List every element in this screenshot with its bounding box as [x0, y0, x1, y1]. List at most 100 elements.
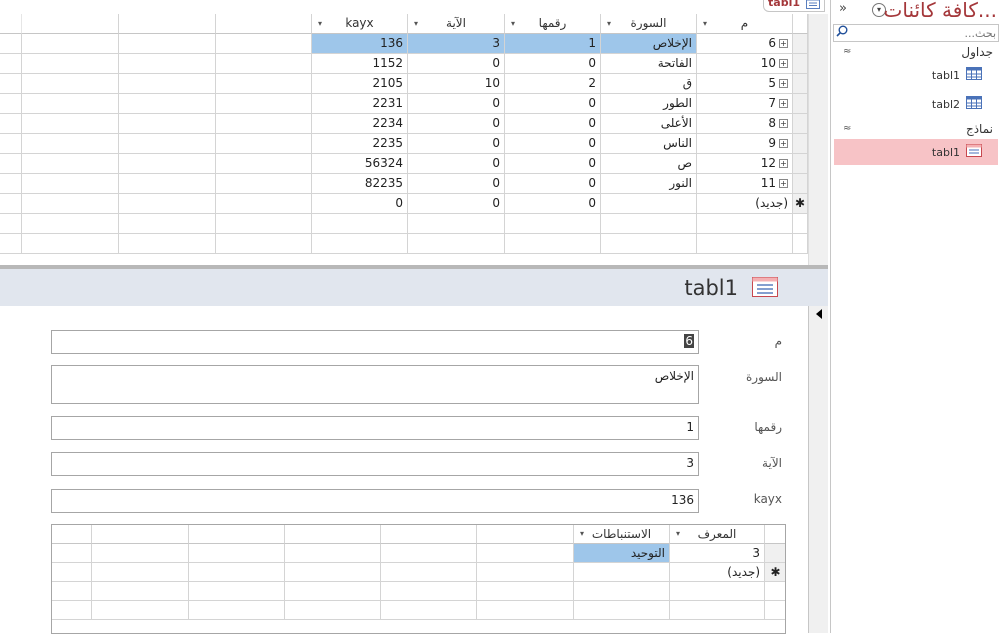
cell-m[interactable]: 8 + — [697, 114, 793, 134]
dropdown-arrow-icon[interactable]: ▾ — [511, 14, 515, 33]
cell-raqm[interactable]: 0 — [505, 94, 601, 114]
new-row-marker-icon[interactable]: ✱ — [765, 563, 785, 582]
row-selector[interactable] — [793, 54, 808, 74]
cell-m[interactable]: 10 + — [697, 54, 793, 74]
col-header-aya[interactable]: ▾ الآية — [408, 14, 505, 34]
cell-m[interactable]: (جديد) — [697, 194, 793, 214]
dropdown-arrow-icon[interactable]: ▾ — [607, 14, 611, 33]
nav-header[interactable]: » ▾ كافة كائنات... — [831, 0, 1000, 22]
cell-sura[interactable]: الأعلى — [601, 114, 697, 134]
field-aya[interactable]: 3 — [51, 452, 699, 476]
cell-sura[interactable]: الناس — [601, 134, 697, 154]
cell-m[interactable]: 6 + — [697, 34, 793, 54]
table-row[interactable]: 2105 10 2 ق 5 + — [0, 74, 828, 94]
nav-group-forms[interactable]: ≈ نماذج — [831, 120, 1000, 140]
cell-sura[interactable]: الفاتحة — [601, 54, 697, 74]
cell-sura[interactable]: الطور — [601, 94, 697, 114]
cell-aya[interactable]: 0 — [408, 134, 505, 154]
datasheet-scrollbar[interactable] — [808, 14, 828, 266]
field-kayx[interactable]: 136 — [51, 489, 699, 513]
cell-aya[interactable]: 3 — [408, 34, 505, 54]
cell-id[interactable]: 3 — [670, 544, 765, 563]
nav-title[interactable]: كافة كائنات... — [884, 0, 997, 22]
dropdown-arrow-icon[interactable]: ▾ — [580, 525, 584, 543]
cell-kayx[interactable]: 2234 — [312, 114, 408, 134]
record-selector[interactable] — [808, 306, 828, 633]
cell-kayx[interactable]: 82235 — [312, 174, 408, 194]
row-selector[interactable] — [765, 544, 785, 563]
cell-kayx[interactable]: 2105 — [312, 74, 408, 94]
cell-m[interactable]: 5 + — [697, 74, 793, 94]
expand-plus-icon[interactable]: + — [779, 139, 788, 148]
nav-search-box[interactable] — [833, 24, 999, 42]
cell-kayx[interactable]: 1152 — [312, 54, 408, 74]
expand-plus-icon[interactable]: + — [779, 119, 788, 128]
collapse-pane-icon[interactable]: » — [839, 1, 847, 16]
table-row[interactable]: التوحيد 3 — [52, 544, 785, 563]
row-selector[interactable] — [793, 174, 808, 194]
row-selector[interactable] — [793, 34, 808, 54]
dropdown-arrow-icon[interactable]: ▾ — [703, 14, 707, 33]
cell-kayx[interactable]: 2231 — [312, 94, 408, 114]
table-row[interactable]: 2234 0 0 الأعلى 8 + — [0, 114, 828, 134]
cell-id[interactable]: (جديد) — [670, 563, 765, 582]
cell-raqm[interactable]: 0 — [505, 154, 601, 174]
table-row[interactable]: 2235 0 0 الناس 9 + — [0, 134, 828, 154]
col-header-m[interactable]: ▾ م — [697, 14, 793, 34]
cell-kayx[interactable]: 0 — [312, 194, 408, 214]
search-input[interactable] — [852, 25, 996, 41]
row-selector[interactable] — [793, 154, 808, 174]
field-m[interactable]: 6 — [51, 330, 699, 354]
collapse-group-icon[interactable]: ≈ — [843, 46, 851, 57]
nav-item-table-tabl2[interactable]: tabl2 — [834, 91, 998, 117]
cell-kayx[interactable]: 136 — [312, 34, 408, 54]
nav-item-table-tabl1[interactable]: tabl1 — [834, 62, 998, 88]
cell-m[interactable]: 11 + — [697, 174, 793, 194]
new-row-marker-icon[interactable]: ✱ — [793, 194, 808, 214]
row-selector[interactable] — [793, 114, 808, 134]
table-row[interactable]: 82235 0 0 النور 11 + — [0, 174, 828, 194]
row-selector[interactable] — [793, 74, 808, 94]
cell-raqm[interactable]: 0 — [505, 194, 601, 214]
tab-tabl1[interactable]: tabl1 — [763, 0, 825, 12]
expand-plus-icon[interactable]: + — [779, 159, 788, 168]
select-all-button[interactable] — [793, 14, 808, 34]
select-all-button[interactable] — [765, 525, 785, 544]
expand-plus-icon[interactable]: + — [779, 39, 788, 48]
new-record-row[interactable]: (جديد) ✱ — [52, 563, 785, 582]
cell-istinbat[interactable]: التوحيد — [574, 544, 670, 563]
cell-sura[interactable]: الإخلاص — [601, 34, 697, 54]
cell-aya[interactable]: 10 — [408, 74, 505, 94]
dropdown-arrow-icon[interactable]: ▾ — [318, 14, 322, 33]
nav-group-tables[interactable]: ≈ جداول — [831, 43, 1000, 63]
cell-raqm[interactable]: 0 — [505, 54, 601, 74]
expand-plus-icon[interactable]: + — [779, 99, 788, 108]
cell-raqm[interactable]: 0 — [505, 114, 601, 134]
cell-kayx[interactable]: 56324 — [312, 154, 408, 174]
expand-plus-icon[interactable]: + — [779, 79, 788, 88]
table-row[interactable]: 136 3 1 الإخلاص 6 + — [0, 34, 828, 54]
field-raqm[interactable]: 1 — [51, 416, 699, 440]
row-selector[interactable] — [793, 94, 808, 114]
cell-raqm[interactable]: 2 — [505, 74, 601, 94]
cell-raqm[interactable]: 0 — [505, 134, 601, 154]
nav-item-form-tabl1[interactable]: tabl1 — [834, 139, 998, 165]
cell-aya[interactable]: 0 — [408, 174, 505, 194]
cell-m[interactable]: 9 + — [697, 134, 793, 154]
table-row[interactable]: 56324 0 0 ص 12 + — [0, 154, 828, 174]
col-header-raqm[interactable]: ▾ رقمها — [505, 14, 601, 34]
col-header-kayx[interactable]: ▾ kayx — [312, 14, 408, 34]
cell-aya[interactable]: 0 — [408, 194, 505, 214]
cell-aya[interactable]: 0 — [408, 154, 505, 174]
cell-kayx[interactable]: 2235 — [312, 134, 408, 154]
table-row[interactable]: 1152 0 0 الفاتحة 10 + — [0, 54, 828, 74]
cell-raqm[interactable]: 0 — [505, 174, 601, 194]
cell-raqm[interactable]: 1 — [505, 34, 601, 54]
expand-plus-icon[interactable]: + — [779, 59, 788, 68]
cell-aya[interactable]: 0 — [408, 94, 505, 114]
field-sura[interactable]: الإخلاص — [51, 365, 699, 404]
cell-sura[interactable]: ص — [601, 154, 697, 174]
new-record-row[interactable]: 0 0 0 (جديد) ✱ — [0, 194, 828, 214]
cell-m[interactable]: 12 + — [697, 154, 793, 174]
cell-sura[interactable] — [601, 194, 697, 214]
